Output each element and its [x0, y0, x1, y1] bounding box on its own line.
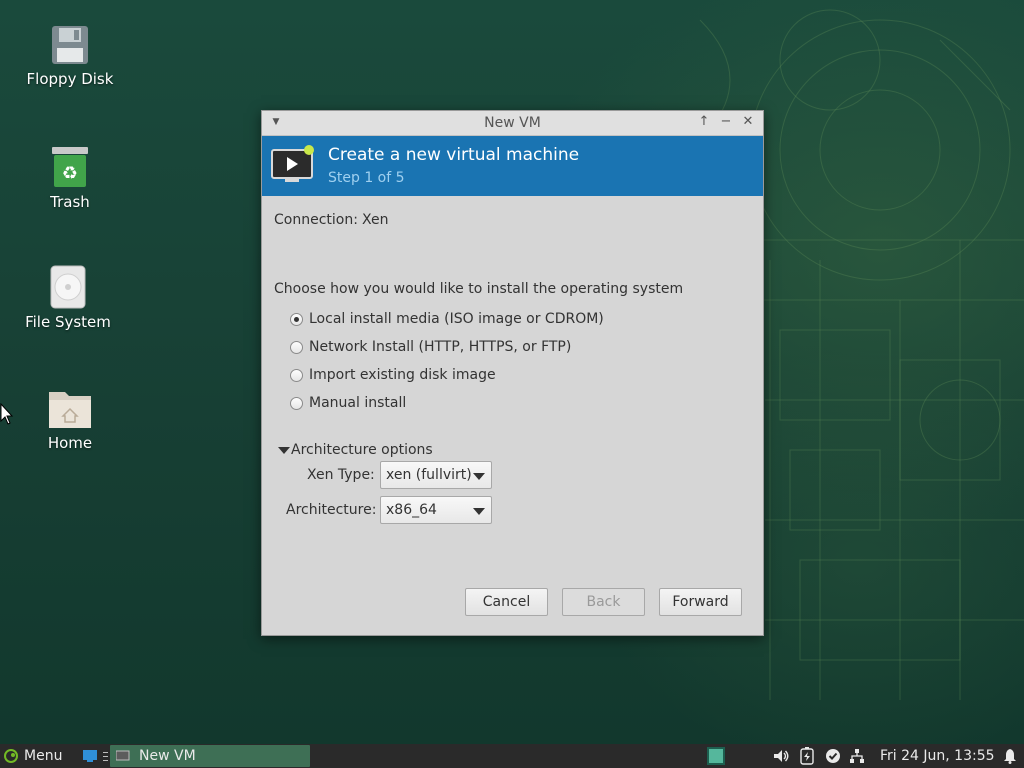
drive-icon: [50, 265, 86, 309]
architecture-label: Architecture:: [286, 502, 377, 518]
xen-type-value: xen (fullvirt): [386, 467, 472, 483]
desktop-icon: [83, 750, 97, 762]
radio-network-install[interactable]: Network Install (HTTP, HTTPS, or FTP): [290, 339, 571, 355]
desktop-icon-label: Floppy Disk: [26, 70, 114, 88]
connection-label: Connection:: [274, 212, 358, 228]
home-folder-icon: [49, 392, 91, 428]
architecture-select[interactable]: x86_64: [380, 496, 492, 524]
desktop-icon-label: File System: [25, 313, 111, 331]
volume-tray[interactable]: [772, 744, 790, 768]
xen-type-select[interactable]: xen (fullvirt): [380, 461, 492, 489]
radio-button[interactable]: [290, 340, 303, 354]
chevron-down-icon: [473, 473, 485, 480]
close-icon[interactable]: ✕: [740, 114, 756, 130]
install-method-prompt: Choose how you would like to install the…: [274, 281, 684, 297]
window-titlebar[interactable]: ▼ New VM ↑ − ✕: [262, 111, 763, 136]
window-title: New VM: [484, 115, 541, 131]
show-desktop-button[interactable]: [82, 744, 98, 768]
desktop-icon-file-system[interactable]: File System: [13, 265, 123, 331]
cancel-button[interactable]: Cancel: [465, 588, 548, 616]
new-vm-dialog: ▼ New VM ↑ − ✕ Create a new virtual mach…: [261, 110, 764, 636]
menu-label: Menu: [24, 748, 63, 764]
taskbar-item-new-vm[interactable]: New VM: [110, 745, 310, 767]
svg-text:♻: ♻: [62, 163, 78, 184]
radio-manual-install[interactable]: Manual install: [290, 395, 406, 411]
xen-type-label: Xen Type:: [307, 467, 375, 483]
architecture-value: x86_64: [386, 502, 437, 518]
chevron-down-icon: [473, 508, 485, 515]
radio-label: Network Install (HTTP, HTTPS, or FTP): [309, 339, 572, 355]
radio-import-disk-image[interactable]: Import existing disk image: [290, 367, 496, 383]
forward-button[interactable]: Forward: [659, 588, 742, 616]
network-tray[interactable]: [849, 744, 865, 768]
desktop-icon-label: Trash: [50, 193, 90, 211]
keep-above-icon[interactable]: ↑: [696, 114, 712, 130]
radio-button[interactable]: [290, 312, 303, 326]
radio-label: Import existing disk image: [309, 367, 496, 383]
back-button[interactable]: Back: [562, 588, 645, 616]
expander-label: Architecture options: [291, 442, 433, 458]
battery-charging-icon: [800, 747, 814, 765]
wizard-step: Step 1 of 5: [328, 170, 405, 186]
radio-button[interactable]: [290, 368, 303, 382]
workspace-square-icon: [707, 747, 725, 765]
wizard-heading: Create a new virtual machine: [328, 145, 580, 165]
floppy-disk-icon: [52, 26, 88, 64]
check-circle-icon: [826, 749, 840, 763]
active-workspace-indicator[interactable]: [707, 744, 725, 768]
power-tray[interactable]: [800, 744, 814, 768]
desktop-icon-home[interactable]: Home: [15, 386, 125, 452]
desktop-background: Floppy Disk ♻ Trash File System Home ▼ N…: [0, 0, 1024, 744]
new-vm-monitor-icon: [271, 145, 314, 182]
clock-text: Fri 24 Jun, 13:55: [880, 748, 995, 764]
radio-button[interactable]: [290, 396, 303, 410]
taskbar-item-label: New VM: [139, 748, 196, 764]
notifications-tray[interactable]: [1003, 744, 1017, 768]
workspace-switcher[interactable]: [103, 744, 109, 768]
expander-triangle-icon: [278, 446, 290, 454]
workspace-icon: [103, 752, 108, 761]
radio-local-install-media[interactable]: Local install media (ISO image or CDROM): [290, 311, 604, 327]
desktop-icon-trash[interactable]: ♻ Trash: [15, 145, 125, 211]
bell-icon: [1004, 749, 1016, 764]
radio-label: Local install media (ISO image or CDROM): [309, 311, 604, 327]
taskbar: Menu New VM Fri 24 Jun, 13:55: [0, 744, 1024, 768]
menu-button[interactable]: Menu: [3, 744, 62, 768]
connection-value: Xen: [362, 212, 389, 228]
architecture-options-expander[interactable]: Architecture options: [278, 442, 433, 458]
desktop-icon-label: Home: [47, 434, 93, 452]
virt-manager-icon: [116, 750, 130, 761]
mouse-cursor-icon: [0, 403, 14, 425]
clock[interactable]: Fri 24 Jun, 13:55: [880, 744, 995, 768]
wizard-banner: Create a new virtual machine Step 1 of 5: [262, 136, 763, 196]
trash-icon: ♻: [52, 147, 88, 187]
opensuse-logo-icon: [4, 749, 18, 763]
updates-tray[interactable]: [825, 744, 841, 768]
radio-label: Manual install: [309, 395, 407, 411]
network-icon: [850, 749, 864, 763]
volume-icon: [774, 750, 789, 762]
desktop-icon-floppy-disk[interactable]: Floppy Disk: [15, 24, 125, 88]
minimize-icon[interactable]: −: [718, 114, 734, 130]
